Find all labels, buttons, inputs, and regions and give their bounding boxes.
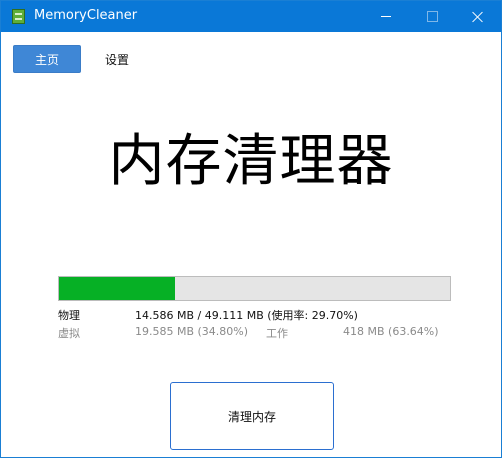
close-button[interactable] xyxy=(455,1,501,32)
virtual-label: 虚拟 xyxy=(58,327,80,340)
maximize-button[interactable] xyxy=(409,1,455,32)
memory-usage-bar xyxy=(58,276,451,301)
physical-usage-value: 14.586 MB / 49.111 MB (使用率: 29.70%) xyxy=(135,309,358,322)
minimize-icon xyxy=(381,16,391,17)
tab-home[interactable]: 主页 xyxy=(13,45,81,73)
physical-memory-row: 物理 14.586 MB / 49.111 MB (使用率: 29.70%) xyxy=(1,307,501,323)
minimize-button[interactable] xyxy=(363,1,409,32)
virtual-memory-row: 虚拟 19.585 MB (34.80%) 工作 418 MB (63.64%) xyxy=(1,325,501,341)
page-title: 内存清理器 xyxy=(108,129,394,194)
working-set-value: 418 MB (63.64%) xyxy=(343,325,439,338)
virtual-value: 19.585 MB (34.80%) xyxy=(135,325,249,338)
memory-usage-bar-fill xyxy=(59,277,176,300)
clean-memory-button[interactable]: 清理内存 xyxy=(170,382,334,450)
working-set-label: 工作 xyxy=(266,327,288,340)
title-bar[interactable]: MemoryCleaner xyxy=(1,1,501,32)
app-window: MemoryCleaner 主页 设置 内存清理器 物理 14.586 MB /… xyxy=(0,0,502,458)
tab-settings[interactable]: 设置 xyxy=(83,45,151,73)
maximize-icon xyxy=(426,11,438,22)
physical-label: 物理 xyxy=(58,309,80,322)
window-title: MemoryCleaner xyxy=(34,8,138,23)
app-icon xyxy=(12,9,25,24)
close-icon xyxy=(472,11,484,23)
